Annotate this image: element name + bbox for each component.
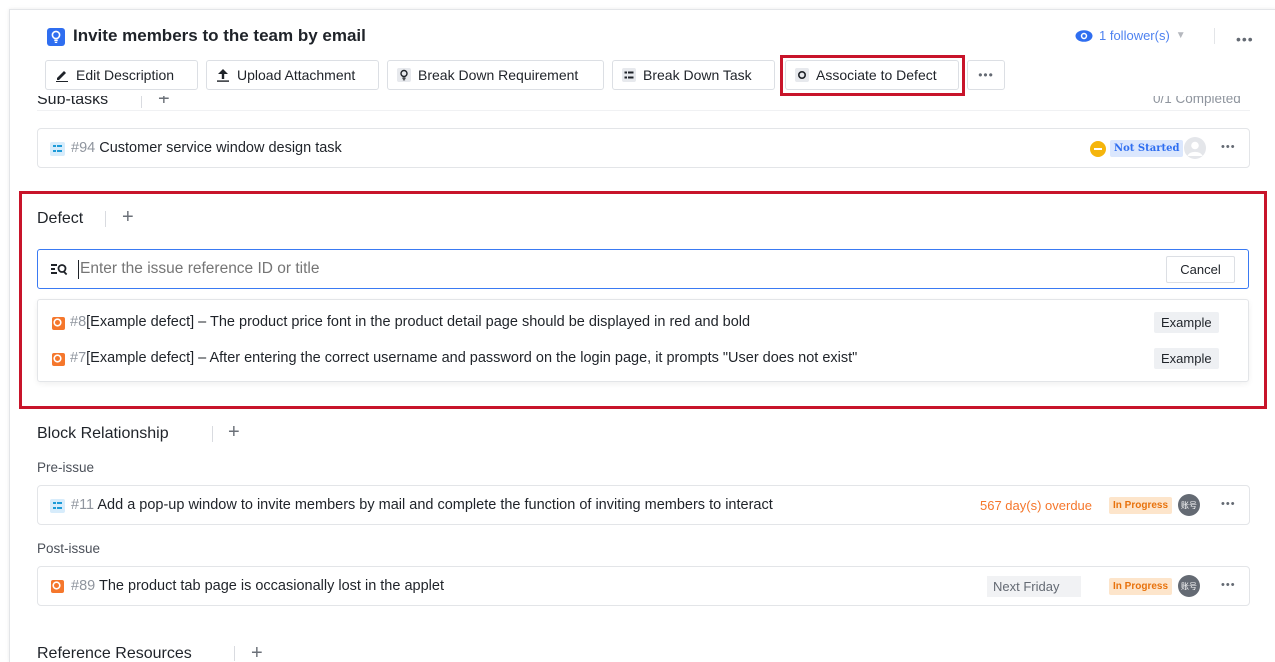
subtasks-divider — [141, 96, 142, 108]
upload-attachment-button[interactable]: Upload Attachment — [206, 60, 379, 90]
task-type-icon — [50, 499, 65, 513]
defect-divider — [105, 211, 106, 227]
add-block-relationship-button[interactable]: + — [228, 422, 240, 442]
subtask-row[interactable]: #94 Customer service window design task … — [37, 128, 1250, 168]
avatar-placeholder[interactable] — [1184, 137, 1206, 159]
defect-result-item[interactable]: #7[Example defect] – After entering the … — [38, 343, 1248, 375]
priority-medium-icon — [1090, 141, 1106, 157]
defect-search-box[interactable]: Cancel — [37, 249, 1249, 289]
avatar[interactable]: 账号 — [1178, 575, 1200, 597]
pre-issue-text: #11 Add a pop-up window to invite member… — [71, 497, 773, 513]
associate-to-defect-label: Associate to Defect — [816, 67, 937, 83]
subtask-id: #94 — [71, 140, 96, 156]
defect-search-results: #8[Example defect] – The product price f… — [37, 299, 1249, 382]
toolbar-more-button[interactable]: ••• — [967, 60, 1005, 90]
defect-title: Defect — [37, 210, 84, 227]
more-options-button[interactable]: ••• — [1236, 32, 1254, 46]
row-more-button[interactable]: ••• — [1221, 142, 1236, 153]
reference-header-clip: Reference Resources + — [0, 640, 1275, 661]
break-down-task-label: Break Down Task — [643, 67, 752, 83]
search-list-icon — [51, 262, 68, 281]
example-tag: Example — [1154, 312, 1219, 333]
reference-divider — [234, 646, 235, 661]
break-down-requirement-button[interactable]: Break Down Requirement — [387, 60, 604, 90]
associate-to-defect-button[interactable]: Associate to Defect — [785, 60, 959, 90]
pre-issue-label: Pre-issue — [37, 460, 95, 475]
block-relationship-title: Block Relationship — [37, 425, 169, 442]
defect-type-icon — [52, 317, 65, 330]
overdue-text: 567 day(s) overdue — [980, 498, 1093, 513]
add-defect-button[interactable]: + — [122, 207, 134, 227]
follower-count: 1 follower(s) — [1099, 28, 1170, 43]
task-type-icon — [50, 142, 65, 156]
status-badge[interactable]: Not Started — [1110, 140, 1184, 157]
add-reference-button[interactable]: + — [251, 643, 263, 661]
lightbulb-icon — [397, 68, 411, 82]
cancel-button[interactable]: Cancel — [1166, 256, 1235, 283]
block-divider — [212, 426, 213, 442]
defect-result-id: #8 — [70, 314, 87, 330]
reference-resources-title: Reference Resources — [37, 645, 192, 661]
defect-result-text: #8[Example defect] – The product price f… — [70, 314, 750, 330]
due-date-field[interactable]: Next Friday — [987, 576, 1081, 597]
divider — [37, 110, 1250, 111]
eye-icon — [1075, 29, 1093, 42]
status-badge[interactable]: In Progress — [1109, 497, 1173, 514]
post-issue-label: Post-issue — [37, 541, 101, 556]
defect-result-id: #7 — [70, 350, 87, 366]
pre-issue-row[interactable]: #11 Add a pop-up window to invite member… — [37, 485, 1250, 525]
pre-issue-title: Add a pop-up window to invite members by… — [97, 497, 773, 513]
subtask-title: Customer service window design task — [99, 140, 342, 156]
pre-issue-id: #11 — [71, 497, 95, 513]
avatar[interactable]: 账号 — [1178, 494, 1200, 516]
subtask-text: #94 Customer service window design task — [71, 140, 342, 156]
header-divider — [1214, 28, 1215, 44]
example-tag: Example — [1154, 348, 1219, 369]
issue-title: Invite members to the team by email — [73, 26, 366, 45]
break-down-task-button[interactable]: Break Down Task — [612, 60, 775, 90]
row-more-button[interactable]: ••• — [1221, 580, 1236, 591]
post-issue-id: #89 — [71, 578, 96, 594]
edit-description-label: Edit Description — [76, 67, 175, 83]
defect-type-icon — [52, 353, 65, 366]
subtasks-title: Sub-tasks — [37, 96, 109, 108]
defect-result-title: [Example defect] – After entering the co… — [86, 350, 858, 366]
subtasks-completed: 0/1 Completed — [1153, 96, 1241, 106]
break-down-requirement-label: Break Down Requirement — [418, 67, 579, 83]
upload-icon — [216, 68, 230, 82]
pencil-icon — [55, 68, 69, 82]
defect-result-text: #7[Example defect] – After entering the … — [70, 350, 857, 366]
follower-toggle[interactable]: 1 follower(s) ▼ — [1075, 28, 1186, 43]
post-issue-title: The product tab page is occasionally los… — [98, 578, 444, 594]
caret-down-icon: ▼ — [1175, 30, 1186, 41]
row-more-button[interactable]: ••• — [1221, 499, 1236, 510]
task-icon — [622, 68, 636, 82]
defect-type-icon — [51, 580, 64, 593]
requirement-icon — [47, 28, 65, 46]
defect-icon — [795, 68, 809, 82]
defect-search-input[interactable] — [80, 258, 1160, 280]
subtasks-header-clip: Sub-tasks + 0/1 Completed — [0, 96, 1275, 110]
upload-attachment-label: Upload Attachment — [237, 67, 356, 83]
add-subtask-button[interactable]: + — [158, 96, 170, 109]
defect-result-item[interactable]: #8[Example defect] – The product price f… — [38, 307, 1248, 339]
post-issue-row[interactable]: #89 The product tab page is occasionally… — [37, 566, 1250, 606]
defect-result-title: [Example defect] – The product price fon… — [86, 314, 751, 330]
post-issue-text: #89 The product tab page is occasionally… — [71, 578, 444, 594]
more-dots-icon: ••• — [978, 68, 994, 82]
status-badge[interactable]: In Progress — [1109, 578, 1173, 595]
edit-description-button[interactable]: Edit Description — [45, 60, 198, 90]
